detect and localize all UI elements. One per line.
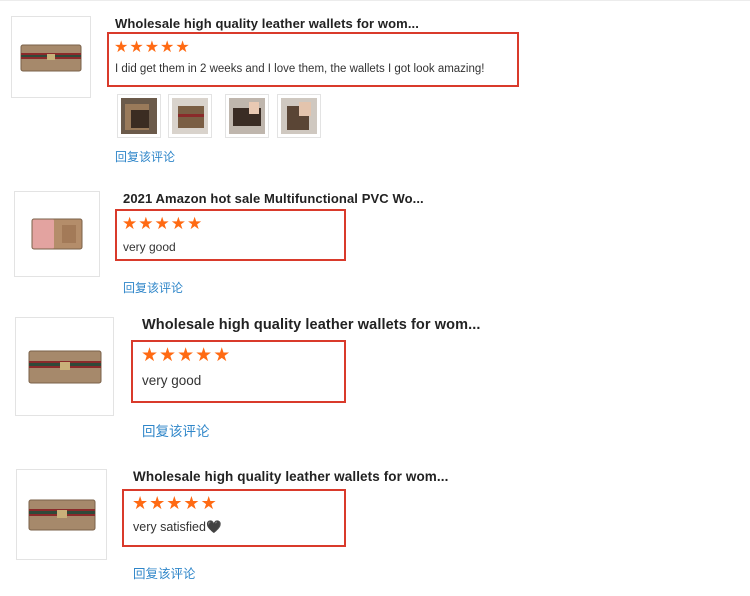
star-rating: ★ ★ ★ ★ ★ <box>132 494 217 512</box>
star-icon: ★ <box>183 493 200 513</box>
reply-review-link[interactable]: 回复该评论 <box>133 563 196 582</box>
star-icon: ★ <box>166 493 183 513</box>
star-icon: ★ <box>132 493 149 513</box>
review-item: Wholesale high quality leather wallets f… <box>0 0 750 596</box>
star-icon: ★ <box>149 493 166 513</box>
product-thumbnail[interactable] <box>16 469 107 560</box>
product-title[interactable]: Wholesale high quality leather wallets f… <box>133 469 448 484</box>
star-icon: ★ <box>200 493 217 513</box>
review-text: very satisfied🖤 <box>133 520 222 534</box>
wallet-product-image <box>28 499 95 530</box>
